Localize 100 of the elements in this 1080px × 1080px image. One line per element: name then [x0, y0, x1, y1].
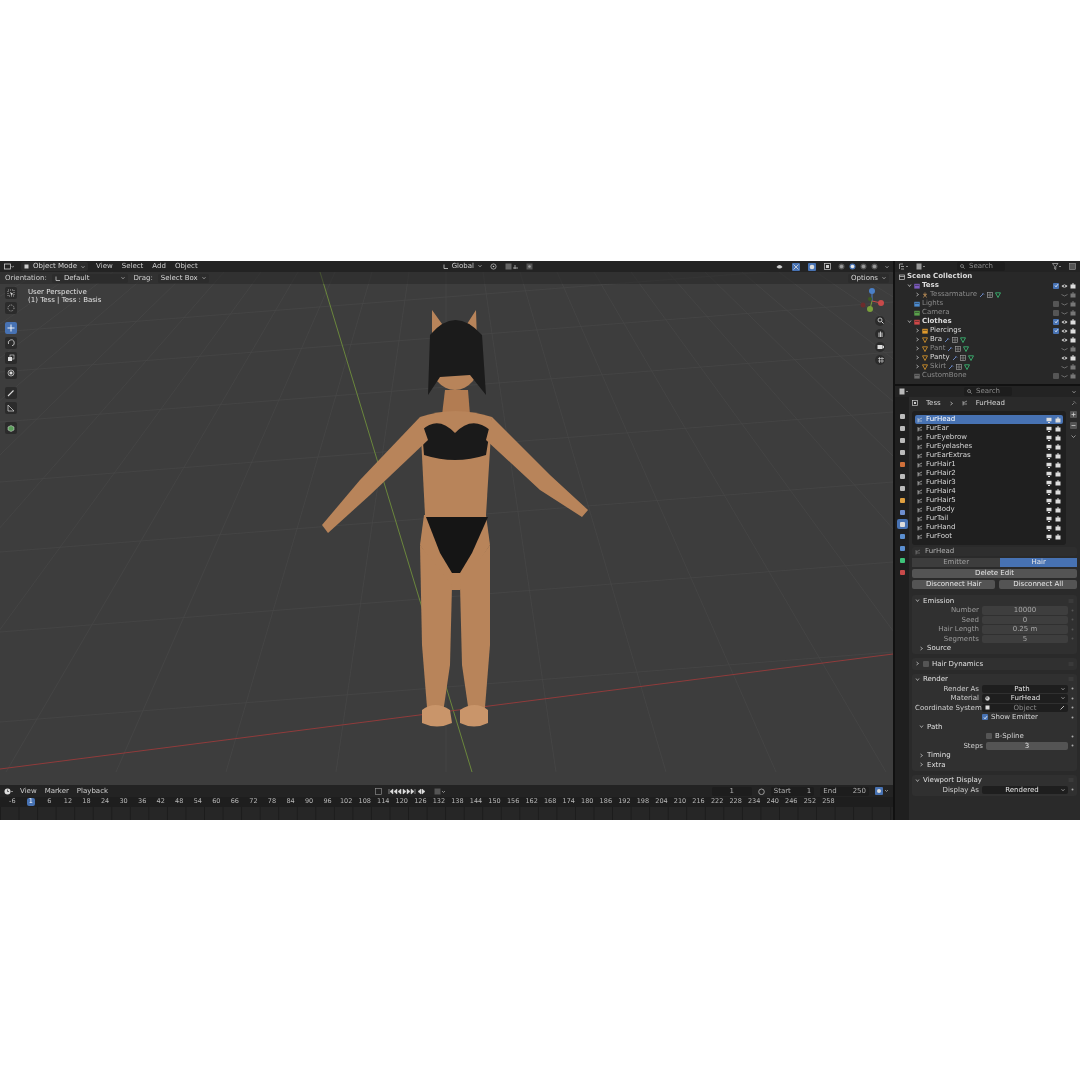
chevron-icon[interactable] [915, 355, 920, 360]
checkbox[interactable] [1053, 318, 1059, 325]
shading-mode-icon[interactable] [860, 263, 867, 270]
monitor-icon [1046, 470, 1052, 477]
eye-icon[interactable] [1061, 354, 1068, 361]
checkbox[interactable] [1053, 327, 1059, 334]
tool-button[interactable] [5, 352, 17, 364]
camera-icon [1055, 416, 1061, 423]
navigation-button[interactable] [875, 329, 885, 339]
navigation-gizmo-drawing[interactable] [859, 287, 885, 313]
search-icon [960, 264, 965, 269]
editor-type-icon[interactable] [899, 388, 909, 395]
tool-button[interactable] [5, 422, 17, 434]
camera-icon [1055, 497, 1061, 504]
eye-icon[interactable] [1061, 282, 1068, 289]
pivot-icon[interactable] [490, 263, 499, 270]
closed-eye-icon[interactable] [1061, 300, 1068, 307]
xray-icon[interactable] [824, 263, 831, 270]
axes-icon [54, 275, 60, 281]
chevron-icon[interactable] [919, 752, 924, 758]
eye-icon[interactable] [1061, 327, 1068, 334]
chevron-icon[interactable] [915, 676, 920, 682]
checkmark-icon [982, 714, 988, 720]
chevron-icon[interactable] [907, 319, 912, 324]
snap-icon[interactable] [505, 263, 520, 270]
monitor-icon [1046, 506, 1052, 513]
chevron-icon[interactable] [915, 328, 920, 333]
shading-mode-icon[interactable] [838, 263, 845, 270]
chevron-icon[interactable] [915, 364, 920, 369]
dot-icon [1071, 788, 1074, 792]
pin-icon[interactable] [1071, 400, 1077, 406]
cube-icon [24, 264, 29, 269]
tool-button[interactable] [5, 367, 17, 379]
vertex-group-icon [956, 363, 963, 370]
add-icon[interactable] [1070, 411, 1077, 418]
chevron-icon[interactable] [919, 645, 924, 651]
checkbox[interactable] [923, 660, 929, 667]
chevron-icon[interactable] [915, 598, 920, 604]
chevron-icon[interactable] [919, 724, 924, 730]
stopwatch-icon[interactable] [757, 787, 765, 795]
caret-icon[interactable] [1070, 433, 1077, 440]
checkbox[interactable] [1053, 309, 1059, 316]
shading-mode-icon[interactable] [849, 263, 856, 270]
camera-icon[interactable] [1070, 327, 1076, 334]
tool-button[interactable] [5, 322, 17, 334]
filter-icon[interactable] [1052, 263, 1062, 270]
chevron-icon[interactable] [915, 346, 920, 351]
tool-button[interactable] [5, 387, 17, 399]
camera-icon[interactable] [1070, 336, 1076, 343]
camera-icon [1055, 425, 1061, 432]
caret-icon [81, 264, 86, 269]
monitor-icon [1046, 488, 1052, 495]
monitor-icon [1046, 425, 1052, 432]
keyframe-icon[interactable] [374, 787, 382, 795]
chevron-icon[interactable] [948, 400, 954, 406]
camera-icon[interactable] [1070, 282, 1076, 289]
remove-icon[interactable] [1070, 422, 1077, 429]
proportional-edit-icon[interactable] [526, 263, 534, 270]
checkbox[interactable] [982, 714, 988, 721]
particles-icon [917, 416, 923, 423]
chevron-icon[interactable] [915, 777, 920, 783]
chevron-icon[interactable] [915, 292, 920, 297]
properties-tab[interactable] [896, 519, 908, 529]
chevron-icon[interactable] [915, 661, 920, 667]
sync-icon[interactable] [875, 787, 889, 795]
playback-controls-icon[interactable] [387, 787, 428, 795]
mesh-data-icon [995, 291, 1002, 298]
monitor-icon [1046, 416, 1052, 423]
chevron-icon[interactable] [919, 762, 924, 768]
eye-icon[interactable] [1061, 318, 1068, 325]
closed-eye-icon[interactable] [1061, 372, 1068, 379]
checkbox[interactable] [1053, 300, 1059, 307]
chevron-icon[interactable] [915, 337, 920, 342]
tool-button[interactable] [5, 337, 17, 349]
filter-view-icon[interactable] [916, 263, 926, 270]
chevron-icon[interactable] [907, 283, 912, 288]
editor-type-icon[interactable] [4, 263, 14, 270]
clock-icon[interactable] [4, 787, 13, 795]
navigation-button[interactable] [875, 316, 885, 326]
gizmo-toggle-icon[interactable] [792, 262, 801, 271]
display-mode-icon[interactable] [899, 263, 909, 270]
tool-button[interactable] [5, 287, 17, 299]
eye-icon[interactable] [1061, 336, 1068, 343]
checkbox[interactable] [986, 733, 992, 740]
monitor-icon [1046, 524, 1052, 531]
camera-icon [1055, 434, 1061, 441]
checkbox[interactable] [1053, 282, 1059, 289]
dot-icon [1071, 706, 1074, 710]
shading-mode-icon[interactable] [871, 263, 878, 270]
tool-button[interactable] [5, 402, 17, 414]
camera-icon[interactable] [1070, 354, 1076, 361]
camera-icon [1055, 524, 1061, 531]
record-icon[interactable] [433, 787, 446, 795]
navigation-button[interactable] [875, 355, 885, 365]
overlay-toggle-icon[interactable] [808, 262, 817, 271]
camera-icon[interactable] [1070, 318, 1076, 325]
camera-icon [1055, 488, 1061, 495]
navigation-button[interactable] [875, 342, 885, 352]
checkbox[interactable] [1053, 372, 1059, 379]
visibility-icon[interactable] [776, 263, 785, 270]
